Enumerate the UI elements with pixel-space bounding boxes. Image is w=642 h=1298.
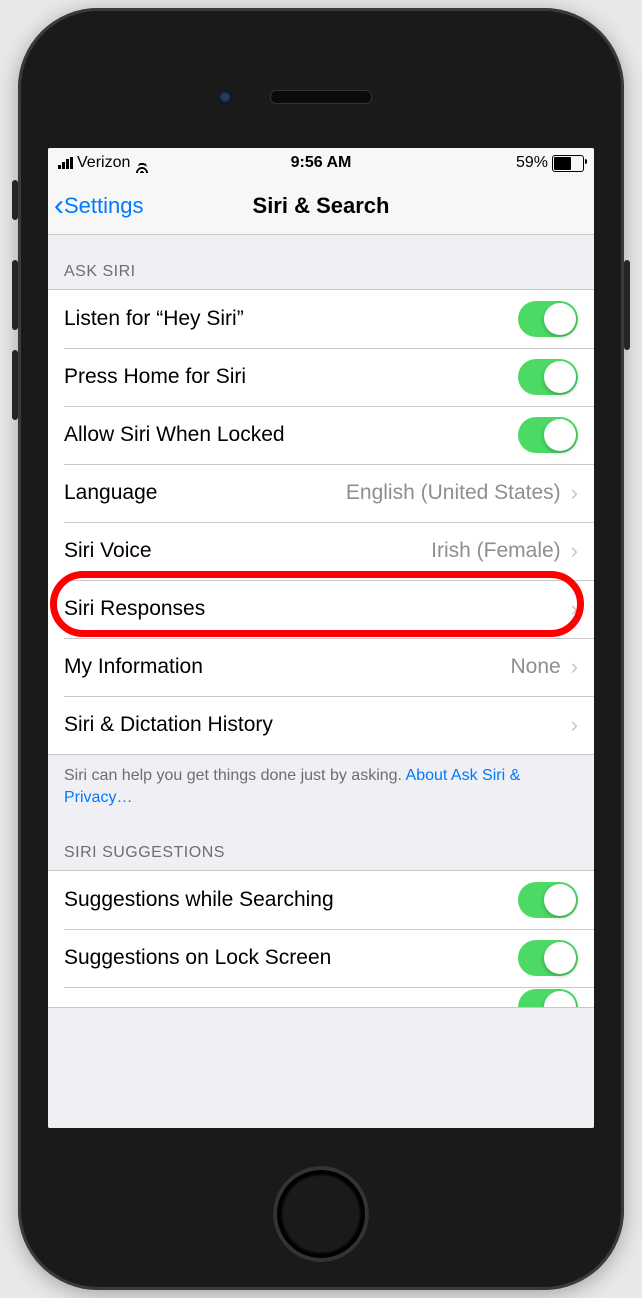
wifi-icon (134, 157, 150, 169)
row-allow-siri-locked[interactable]: Allow Siri When Locked (48, 406, 594, 464)
chevron-right-icon: › (571, 596, 578, 622)
row-detail: Irish (Female) (431, 539, 561, 563)
toggle-switch[interactable] (518, 940, 578, 976)
row-label: My Information (64, 655, 510, 679)
battery-icon (552, 155, 584, 172)
chevron-left-icon: ‹ (54, 191, 64, 221)
toggle-switch[interactable] (518, 989, 578, 1007)
front-camera (218, 90, 232, 104)
section-header-ask-siri: ASK SIRI (48, 235, 594, 289)
power-button (624, 260, 630, 350)
row-label: Siri Voice (64, 539, 431, 563)
section-header-siri-suggestions: SIRI SUGGESTIONS (48, 816, 594, 870)
row-label: Suggestions on Lock Screen (64, 946, 518, 970)
row-listen-hey-siri[interactable]: Listen for “Hey Siri” (48, 290, 594, 348)
siri-suggestions-group: Suggestions while Searching Suggestions … (48, 870, 594, 1008)
settings-scroll[interactable]: ASK SIRI Listen for “Hey Siri” Press Hom… (48, 235, 594, 1128)
toggle-switch[interactable] (518, 301, 578, 337)
row-label: Siri & Dictation History (64, 713, 567, 737)
screen: Verizon 9:56 AM 59% ‹ Settings Siri & Se… (48, 148, 594, 1128)
phone-body: Verizon 9:56 AM 59% ‹ Settings Siri & Se… (18, 8, 624, 1290)
battery-percent: 59% (516, 154, 548, 172)
chevron-right-icon: › (571, 480, 578, 506)
row-label: Press Home for Siri (64, 365, 518, 389)
chevron-right-icon: › (571, 654, 578, 680)
back-button[interactable]: ‹ Settings (48, 191, 144, 221)
ask-siri-group: Listen for “Hey Siri” Press Home for Sir… (48, 289, 594, 755)
row-siri-voice[interactable]: Siri Voice Irish (Female) › (48, 522, 594, 580)
chevron-right-icon: › (571, 712, 578, 738)
back-label: Settings (64, 193, 144, 219)
row-label: Siri Responses (64, 597, 567, 621)
cellular-signal-icon (58, 157, 73, 169)
navigation-bar: ‹ Settings Siri & Search (48, 178, 594, 235)
ask-siri-footer: Siri can help you get things done just b… (48, 755, 594, 816)
home-button[interactable] (273, 1166, 369, 1262)
row-siri-responses[interactable]: Siri Responses › (48, 580, 594, 638)
row-language[interactable]: Language English (United States) › (48, 464, 594, 522)
earpiece-speaker (270, 90, 372, 104)
chevron-right-icon: › (571, 538, 578, 564)
toggle-switch[interactable] (518, 882, 578, 918)
row-detail: None (510, 655, 560, 679)
footer-text: Siri can help you get things done just b… (64, 767, 406, 784)
row-cut-off[interactable] (48, 987, 594, 1007)
toggle-switch[interactable] (518, 417, 578, 453)
row-siri-dictation-history[interactable]: Siri & Dictation History › (48, 696, 594, 754)
device-frame: Verizon 9:56 AM 59% ‹ Settings Siri & Se… (0, 0, 642, 1298)
row-detail: English (United States) (346, 481, 561, 505)
status-bar: Verizon 9:56 AM 59% (48, 148, 594, 178)
row-label: Suggestions while Searching (64, 888, 518, 912)
row-suggestions-lock-screen[interactable]: Suggestions on Lock Screen (48, 929, 594, 987)
row-press-home-siri[interactable]: Press Home for Siri (48, 348, 594, 406)
row-my-information[interactable]: My Information None › (48, 638, 594, 696)
toggle-switch[interactable] (518, 359, 578, 395)
row-label: Allow Siri When Locked (64, 423, 518, 447)
top-bezel (18, 8, 624, 148)
row-suggestions-searching[interactable]: Suggestions while Searching (48, 871, 594, 929)
carrier-label: Verizon (77, 154, 130, 172)
row-label: Listen for “Hey Siri” (64, 307, 518, 331)
row-label: Language (64, 481, 346, 505)
